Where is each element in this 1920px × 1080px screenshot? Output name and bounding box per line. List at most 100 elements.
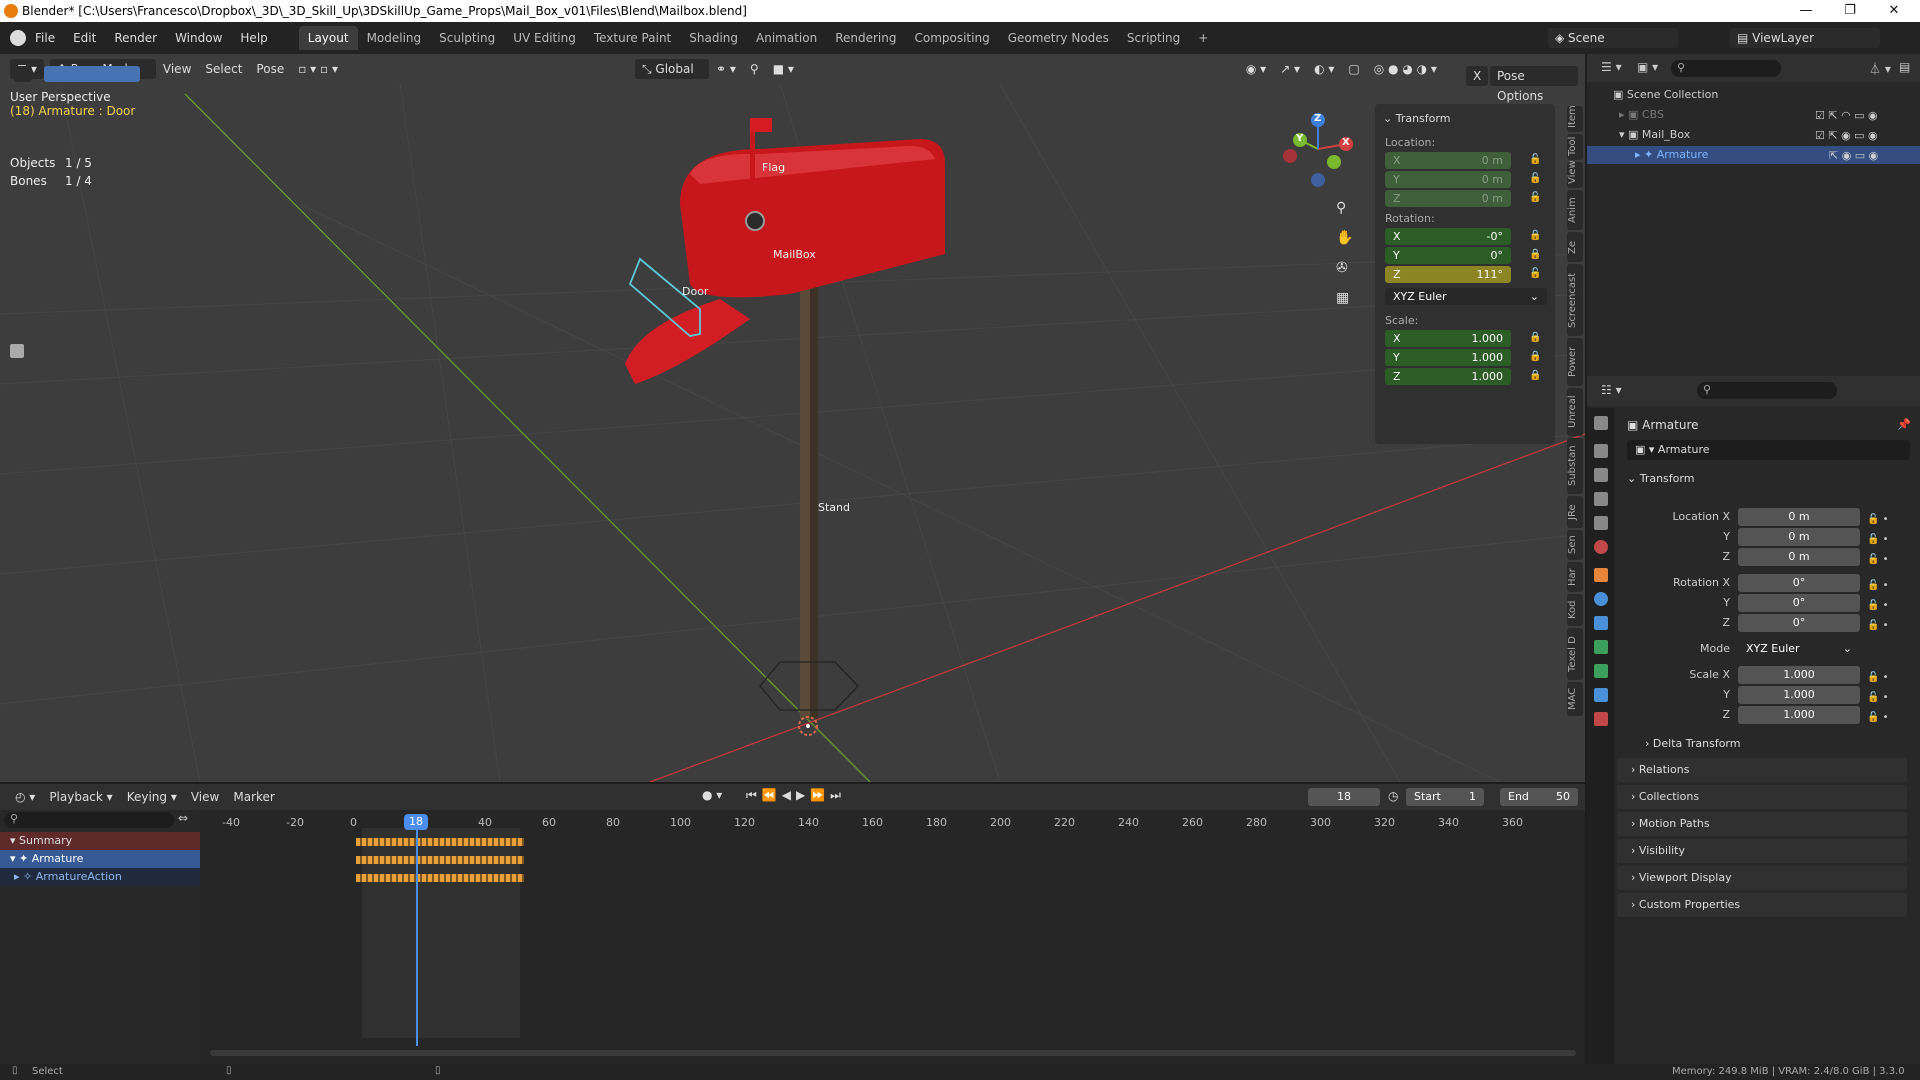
menu-help[interactable]: Help [231,31,276,45]
start-frame-field[interactable]: Start 1 [1406,788,1484,806]
prop-location-x[interactable]: 0 m [1738,508,1860,526]
lock-icon[interactable]: 🔒 [1529,370,1541,382]
sidebar-tab-view[interactable]: View [1567,160,1583,188]
sidebar-tab-tool[interactable]: Tool [1567,134,1583,160]
properties-transform-header[interactable]: ⌄ Transform [1627,472,1694,485]
timeline-editor-icon[interactable]: ◴ ▾ [8,787,42,807]
pose-tools[interactable]: ▫ ▾ ▫ ▾ [291,59,345,79]
new-collection-icon[interactable]: ▤ [1899,60,1910,74]
sidebar-tab-kod[interactable]: Kod [1567,594,1583,626]
minimize-button[interactable]: — [1784,0,1828,22]
properties-search-input[interactable]: ⚲ [1697,382,1837,399]
lock-icon[interactable]: 🔒 [1529,332,1541,344]
datablock-field[interactable]: ▣ ▾ Armature [1627,440,1910,460]
location-x-field[interactable]: X 0 m [1385,152,1511,169]
channel-armature[interactable]: ▾ ✦ Armature [0,850,200,868]
current-frame-field[interactable]: 18 [1308,788,1380,806]
rotation-mode-dropdown[interactable]: XYZ Euler ⌄ [1385,288,1547,305]
section-visibility[interactable]: › Visibility [1617,839,1907,863]
playback-controls[interactable]: ⏮⏪◀▶⏩⏭ [746,788,846,803]
snap-icon[interactable]: ⚲ [743,59,766,79]
tab-rendering[interactable]: Rendering [826,26,905,50]
scale-z-field[interactable]: Z 1.000 [1385,368,1511,385]
tab-compositing[interactable]: Compositing [905,26,998,50]
close-button[interactable]: ✕ [1872,0,1916,22]
section-viewport-display[interactable]: › Viewport Display [1617,866,1907,890]
menu-select[interactable]: Select [198,59,249,79]
tab-scripting[interactable]: Scripting [1118,26,1189,50]
menu-file[interactable]: File [26,31,64,45]
scale-y-field[interactable]: Y 1.000 [1385,349,1511,366]
outliner-editor-icon[interactable]: ☰ ▾ [1601,60,1622,74]
menu-render[interactable]: Render [105,31,166,45]
channel-search-input[interactable]: ⚲ [4,812,174,828]
sidebar-tab-jre[interactable]: JRe [1567,496,1583,528]
maximize-button[interactable]: ❐ [1828,0,1872,22]
prop-rotation-z[interactable]: 0° [1738,614,1860,632]
tab-sculpting[interactable]: Sculpting [430,26,504,50]
tab-texture-paint[interactable]: Texture Paint [585,26,680,50]
tab-animation[interactable]: Animation [747,26,826,50]
scene-selector[interactable]: ◈ Scene [1548,28,1678,48]
menu-marker[interactable]: Marker [226,787,281,807]
visibility-icon[interactable]: ◉ ▾ [1239,59,1273,79]
location-z-field[interactable]: Z 0 m [1385,190,1511,207]
pivot-icon[interactable]: ⚭ ▾ [709,59,743,79]
viewport-toolbar-select[interactable] [14,66,32,82]
add-workspace-button[interactable]: + [1189,26,1217,50]
lock-icon[interactable]: 🔒 [1529,230,1541,242]
sidebar-tab-sen[interactable]: Sen [1567,530,1583,560]
channel-summary[interactable]: ▾ Summary [0,832,200,850]
end-frame-field[interactable]: End 50 [1500,788,1578,806]
tab-geometry-nodes[interactable]: Geometry Nodes [999,26,1118,50]
tab-layout[interactable]: Layout [298,26,358,50]
sidebar-tab-texel[interactable]: Texel D [1567,628,1583,680]
lock-icon[interactable]: 🔓 [1529,192,1541,204]
record-button[interactable]: ● ▾ [702,788,722,802]
prop-rotation-y[interactable]: 0° [1738,594,1860,612]
section-motion-paths[interactable]: › Motion Paths [1617,812,1907,836]
section-collections[interactable]: › Collections [1617,785,1907,809]
display-mode-icon[interactable]: ▣ ▾ [1637,60,1658,74]
rotation-x-field[interactable]: X -0° [1385,228,1511,245]
toolbar-toggle-icon[interactable] [10,344,24,358]
gizmo-toggle-icon[interactable]: ↗ ▾ [1273,59,1307,79]
swap-icon[interactable]: ⇔ [178,811,188,825]
sidebar-tab-anim[interactable]: Anim [1567,190,1583,230]
sidebar-tab-screencast[interactable]: Screencast [1567,264,1583,336]
lock-icon[interactable]: 🔓 [1529,173,1541,185]
gizmo-neg-z-handle[interactable] [1311,173,1325,187]
pan-hand-icon[interactable]: ✋ [1336,230,1354,248]
orientation-selector[interactable]: ⤡ Global [634,59,709,79]
prop-rotation-mode[interactable]: XYZ Euler ⌄ [1738,640,1860,658]
sidebar-tab-substance[interactable]: Substan [1567,438,1583,494]
output-tab-icon[interactable] [1594,468,1608,482]
channel-armature-action[interactable]: ▸ ✧ ArmatureAction [0,868,200,886]
properties-editor-icon[interactable]: ☷ ▾ [1601,383,1622,397]
zoom-icon[interactable]: ⚲ [1336,200,1354,218]
sidebar-tab-mac[interactable]: MAC [1567,682,1583,716]
sidebar-tab-har[interactable]: Har [1567,562,1583,592]
delta-transform-header[interactable]: › Delta Transform [1645,737,1740,750]
3d-viewport[interactable]: ⊞ ▾ ✥ Pose Mode View Select Pose ▫ ▾ ▫ ▾… [0,54,1585,782]
pin-icon[interactable]: 📌 [1897,418,1911,431]
blender-menu-icon[interactable] [10,30,26,46]
lock-icon[interactable]: 🔓 [1529,268,1541,280]
prop-location-y[interactable]: 0 m [1738,528,1860,546]
viewlayer-selector[interactable]: ▤ ViewLayer [1730,28,1880,48]
visibility-toggles[interactable]: ☑ ⇱ ◠ ▭ ◉ ☑ ⇱ ◉ ▭ ◉ ⇱ ◉ ▭ ◉ [1815,106,1878,166]
sidebar-tab-power[interactable]: Power [1567,338,1583,386]
tab-modeling[interactable]: Modeling [358,26,431,50]
view-layer-tab-icon[interactable] [1594,492,1608,506]
gizmo-neg-y-handle[interactable] [1327,155,1341,169]
sidebar-tab-ze[interactable]: Ze [1567,232,1583,262]
section-custom-properties[interactable]: › Custom Properties [1617,893,1907,917]
outliner-search-input[interactable]: ⚲ [1671,60,1781,77]
select-mode-buttons[interactable] [44,66,140,82]
lock-icon[interactable]: 🔒 [1529,351,1541,363]
menu-edit[interactable]: Edit [64,31,105,45]
tab-shading[interactable]: Shading [680,26,747,50]
shading-modes[interactable]: ◎ ● ◕ ◑ ▾ [1367,59,1444,79]
sidebar-tab-item[interactable]: Item [1567,105,1583,132]
lock-icon[interactable]: 🔒 [1529,249,1541,261]
